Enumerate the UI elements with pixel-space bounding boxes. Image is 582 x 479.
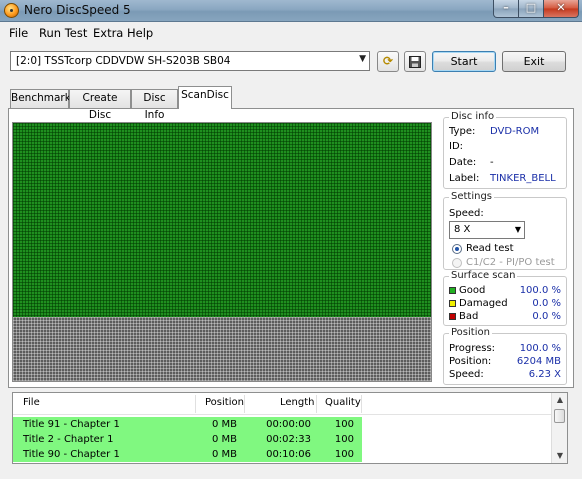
damaged-color-swatch xyxy=(449,300,456,307)
refresh-icon: ⟳ xyxy=(382,54,394,68)
disc-id-label: ID: xyxy=(449,141,464,152)
column-divider[interactable] xyxy=(361,395,362,413)
progress-label: Progress: xyxy=(449,343,496,354)
file-list-header: File Position Length Quality xyxy=(13,393,553,415)
file-list[interactable]: File Position Length Quality Title 91 - … xyxy=(12,392,568,464)
speed-select[interactable]: 8 X ▼ xyxy=(449,221,525,239)
window-title: Nero DiscSpeed 5 xyxy=(24,3,131,17)
drive-select[interactable]: [2:0] TSSTcorp CDDVDW SH-S203B SB04 ▼ xyxy=(10,51,370,71)
scan-map xyxy=(12,122,432,382)
column-position[interactable]: Position xyxy=(205,397,244,408)
read-speed-label: Speed: xyxy=(449,369,484,380)
scrollbar-thumb[interactable] xyxy=(554,409,565,423)
refresh-button[interactable]: ⟳ xyxy=(377,51,399,72)
disc-info-group: Disc info Type: DVD-ROM ID: Date: - Label:… xyxy=(443,111,567,189)
surface-scan-group: Surface scan Good 100.0 % Damaged 0.0 % … xyxy=(443,270,567,326)
good-label: Good xyxy=(459,285,486,296)
column-divider[interactable] xyxy=(244,395,245,413)
scroll-up-icon[interactable]: ▲ xyxy=(552,393,567,407)
start-button[interactable]: Start xyxy=(432,51,496,72)
window-bottom-border xyxy=(0,468,582,479)
title-bar[interactable]: Nero DiscSpeed 5 – □ ✕ xyxy=(0,0,582,22)
row-length: 00:10:06 xyxy=(266,449,311,460)
menu-extra[interactable]: Extra xyxy=(93,26,123,40)
chevron-down-icon: ▼ xyxy=(514,225,521,234)
good-color-swatch xyxy=(449,287,456,294)
list-item[interactable]: Title 91 - Chapter 1 0 MB 00:00:00 100 xyxy=(13,417,362,432)
disc-date-label: Date: xyxy=(449,157,477,168)
row-quality: 100 xyxy=(334,449,354,460)
column-file[interactable]: File xyxy=(23,397,40,408)
drive-select-value: [2:0] TSSTcorp CDDVDW SH-S203B SB04 xyxy=(16,55,231,67)
row-file: Title 91 - Chapter 1 xyxy=(23,419,120,430)
row-file: Title 90 - Chapter 1 xyxy=(23,449,120,460)
position-value: 6204 MB xyxy=(516,356,561,367)
damaged-label: Damaged xyxy=(459,298,508,309)
row-quality: 100 xyxy=(334,419,354,430)
progress-value: 100.0 % xyxy=(519,343,561,354)
c1c2-test-label: C1/C2 - PI/PO test xyxy=(466,257,555,268)
nero-app-icon xyxy=(4,3,19,18)
row-position: 0 MB xyxy=(211,419,237,430)
position-title: Position xyxy=(449,327,492,339)
app-window: Nero DiscSpeed 5 – □ ✕ File Run Test Ext… xyxy=(0,0,582,479)
read-speed-value: 6.23 X xyxy=(528,369,561,380)
tab-disc-info[interactable]: Disc Info xyxy=(131,89,178,121)
row-position: 0 MB xyxy=(211,434,237,445)
save-icon xyxy=(409,56,421,68)
file-list-scrollbar[interactable]: ▲ ▼ xyxy=(551,393,567,463)
row-length: 00:02:33 xyxy=(266,434,311,445)
position-group: Position Progress: 100.0 % Position: 6204 … xyxy=(443,327,567,385)
row-position: 0 MB xyxy=(211,449,237,460)
save-button[interactable] xyxy=(404,51,426,72)
maximize-button[interactable]: □ xyxy=(518,0,544,18)
scan-map-good-area xyxy=(13,123,431,317)
tab-create-disc[interactable]: Create Disc xyxy=(69,89,131,121)
disc-label-label: Label: xyxy=(449,173,480,184)
column-quality[interactable]: Quality xyxy=(325,397,361,408)
settings-title: Settings xyxy=(449,191,495,203)
menu-file[interactable]: File xyxy=(9,26,28,40)
column-divider[interactable] xyxy=(316,395,317,413)
minimize-button[interactable]: – xyxy=(493,0,519,18)
row-length: 00:00:00 xyxy=(266,419,311,430)
menu-bar: File Run Test Extra Help xyxy=(0,23,582,43)
tab-scandisc[interactable]: ScanDisc xyxy=(178,86,232,109)
disc-date-value: - xyxy=(490,157,494,168)
menu-run-test[interactable]: Run Test xyxy=(39,26,87,40)
close-button[interactable]: ✕ xyxy=(543,0,579,18)
list-item[interactable]: Title 2 - Chapter 1 0 MB 00:02:33 100 xyxy=(13,432,362,447)
good-value: 100.0 % xyxy=(519,285,561,296)
bad-color-swatch xyxy=(449,313,456,320)
column-length[interactable]: Length xyxy=(280,397,315,408)
read-test-label: Read test xyxy=(466,243,514,254)
read-test-radio[interactable] xyxy=(452,244,462,254)
disc-label-value: TINKER_BELL xyxy=(490,173,556,184)
chevron-down-icon: ▼ xyxy=(359,54,366,64)
menu-help[interactable]: Help xyxy=(127,26,153,40)
position-label: Position: xyxy=(449,356,492,367)
c1c2-test-radio xyxy=(452,258,462,268)
scan-map-unscanned-area xyxy=(13,316,431,381)
bad-label: Bad xyxy=(459,311,479,322)
exit-button[interactable]: Exit xyxy=(502,51,566,72)
surface-scan-title: Surface scan xyxy=(449,270,518,282)
list-item[interactable]: Title 90 - Chapter 1 0 MB 00:10:06 100 xyxy=(13,447,362,462)
disc-type-label: Type: xyxy=(449,126,476,137)
row-file: Title 2 - Chapter 1 xyxy=(23,434,114,445)
speed-select-value: 8 X xyxy=(454,224,471,235)
damaged-value: 0.0 % xyxy=(532,298,561,309)
speed-label: Speed: xyxy=(449,208,484,219)
tab-benchmark[interactable]: Benchmark xyxy=(10,89,71,108)
settings-group: Settings Speed: 8 X ▼ Read test C1/C2 - … xyxy=(443,191,567,270)
disc-info-title: Disc info xyxy=(449,111,497,123)
column-divider[interactable] xyxy=(195,395,196,413)
bad-value: 0.0 % xyxy=(532,311,561,322)
scroll-down-icon[interactable]: ▼ xyxy=(552,449,567,463)
row-quality: 100 xyxy=(334,434,354,445)
disc-type-value: DVD-ROM xyxy=(490,126,540,137)
